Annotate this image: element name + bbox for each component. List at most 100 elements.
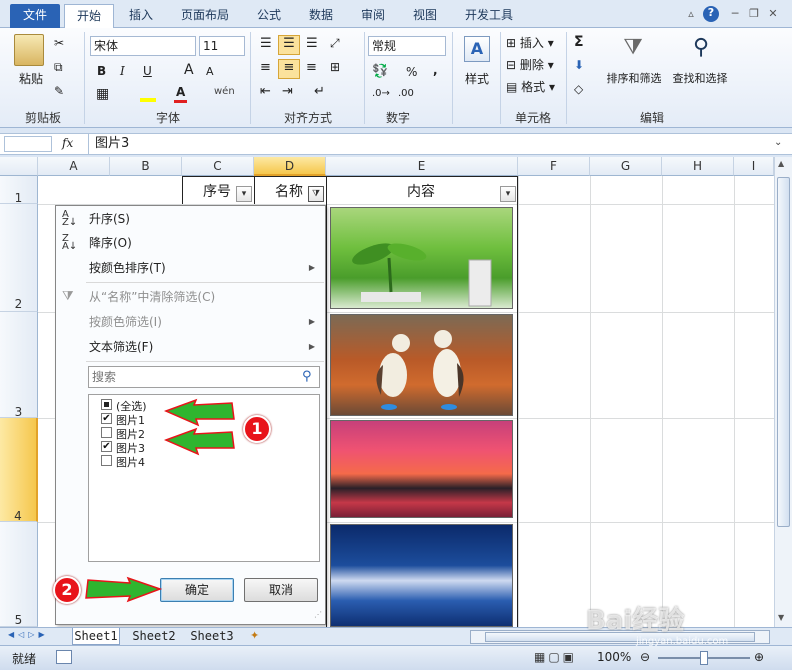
phonetic-icon[interactable]: wén [214, 86, 235, 97]
increase-decimal-icon[interactable]: .0→ [372, 88, 390, 99]
align-top-icon[interactable]: ☰ [260, 36, 272, 51]
paste-button[interactable]: 粘贴 [14, 70, 48, 87]
sheet-tab-1[interactable]: Sheet1 [72, 628, 120, 645]
increase-indent-icon[interactable]: ⇥ [282, 84, 293, 99]
autosum-button[interactable]: Σ [574, 34, 584, 50]
italic-button[interactable]: I [120, 64, 125, 78]
filter-dropdown-seq[interactable]: ▾ [236, 186, 252, 202]
column-header-g[interactable]: G [590, 157, 662, 176]
merge-center-icon[interactable]: ⊞ [330, 60, 340, 74]
column-header-d[interactable]: D [254, 157, 326, 176]
zoom-level[interactable]: 100% [597, 650, 631, 664]
align-right-icon[interactable]: ≡ [306, 60, 317, 75]
column-header-h[interactable]: H [662, 157, 734, 176]
checkbox-unchecked[interactable] [101, 427, 112, 438]
window-restore-icon[interactable]: ❐ [747, 7, 761, 21]
percent-button[interactable]: % [406, 65, 417, 79]
cancel-button[interactable]: 取消 [244, 578, 318, 602]
view-buttons-icon[interactable]: ▦▢▣ [534, 650, 577, 664]
column-header-e[interactable]: E [326, 157, 518, 176]
formula-input[interactable]: 图片3 [88, 134, 768, 154]
search-icon[interactable]: ⚲ [302, 369, 312, 384]
menu-text-filter[interactable]: 文本筛选(F) ▶ [56, 335, 325, 359]
tab-file[interactable]: 文件 [10, 4, 60, 28]
row-header-1[interactable]: 1 [0, 176, 38, 205]
image-sunset[interactable] [330, 420, 513, 518]
styles-icon[interactable]: A [464, 36, 490, 62]
row-header-4[interactable]: 4 [0, 418, 38, 523]
row-header-2[interactable]: 2 [0, 204, 38, 312]
checkbox-checked[interactable]: ✔ [101, 413, 112, 424]
comma-button[interactable]: , [433, 63, 438, 77]
tab-formulas[interactable]: 公式 [246, 4, 292, 28]
align-left-icon[interactable]: ≡ [260, 60, 271, 75]
filter-dropdown-name[interactable]: ⧩ [308, 186, 324, 202]
menu-sort-descending[interactable]: Z A↓ 降序(O) [56, 231, 325, 255]
image-sprout[interactable] [330, 207, 513, 309]
sheet-tab-2[interactable]: Sheet2 [130, 628, 178, 645]
vertical-scrollbar[interactable]: ▲ ▼ [774, 157, 792, 627]
name-box[interactable] [4, 136, 52, 152]
sort-filter-icon[interactable]: ⧩ [618, 34, 648, 64]
window-close-icon[interactable]: ✕ [766, 7, 780, 21]
tab-page-layout[interactable]: 页面布局 [172, 4, 238, 28]
menu-clear-filter[interactable]: ⧩ 从“名称”中清除筛选(C) [56, 285, 325, 309]
menu-filter-by-color[interactable]: 按颜色筛选(I) ▶ [56, 310, 325, 334]
menu-sort-by-color[interactable]: 按颜色排序(T) ▶ [56, 256, 325, 280]
sort-filter-button[interactable]: 排序和筛选 [603, 70, 665, 86]
column-header-b[interactable]: B [110, 157, 182, 176]
tab-data[interactable]: 数据 [298, 4, 344, 28]
format-cells-button[interactable]: ▤ 格式 ▾ [506, 78, 555, 95]
help-icon[interactable]: ? [703, 6, 719, 22]
paste-icon[interactable] [14, 34, 44, 66]
wrap-text-icon[interactable]: ↵ [314, 84, 325, 99]
format-painter-icon[interactable]: ✎ [54, 84, 64, 98]
cut-icon[interactable]: ✂ [54, 36, 64, 50]
image-forest[interactable] [330, 524, 513, 627]
window-minimize-icon[interactable]: ─ [728, 7, 742, 21]
find-select-icon[interactable]: ⚲ [686, 34, 716, 64]
formula-expand-icon[interactable]: ⌄ [774, 137, 782, 148]
zoom-in-icon[interactable]: ⊕ [754, 650, 764, 664]
decrease-decimal-icon[interactable]: .00 [398, 88, 414, 99]
shrink-font-button[interactable]: A [206, 65, 214, 78]
align-bottom-icon[interactable]: ☰ [306, 36, 318, 51]
ok-button[interactable]: 确定 [160, 578, 234, 602]
zoom-out-icon[interactable]: ⊖ [640, 650, 650, 664]
column-header-i[interactable]: I [734, 157, 774, 176]
fill-icon[interactable]: ⬇ [574, 58, 584, 72]
checkbox-partial[interactable] [101, 399, 112, 410]
font-name-select[interactable]: 宋体 [90, 36, 196, 56]
grow-font-button[interactable]: A [184, 62, 194, 78]
bold-button[interactable]: B [97, 64, 106, 78]
align-center-icon[interactable]: ≡ [278, 59, 300, 79]
clear-icon[interactable]: ◇ [574, 82, 583, 96]
zoom-slider-thumb[interactable] [700, 651, 708, 665]
new-sheet-icon[interactable]: ✦ [250, 629, 259, 642]
font-size-select[interactable]: 11 [199, 36, 245, 56]
tab-review[interactable]: 审阅 [350, 4, 396, 28]
decrease-indent-icon[interactable]: ⇤ [260, 84, 271, 99]
orientation-icon[interactable]: ⤢ [330, 36, 340, 51]
delete-cells-button[interactable]: ⊟ 删除 ▾ [506, 56, 554, 73]
align-middle-icon[interactable]: ☰ [278, 35, 300, 55]
fill-color-icon[interactable] [140, 90, 156, 102]
styles-button[interactable]: 样式 [461, 70, 493, 87]
tab-insert[interactable]: 插入 [118, 4, 164, 28]
sheet-nav-icon[interactable]: ◀◁▷▶ [8, 630, 49, 639]
scroll-down-icon[interactable]: ▼ [778, 613, 784, 622]
underline-button[interactable]: U [143, 64, 152, 78]
tab-view[interactable]: 视图 [402, 4, 448, 28]
font-color-icon[interactable]: A [174, 84, 188, 103]
scroll-up-icon[interactable]: ▲ [778, 159, 784, 168]
row-header-5[interactable]: 5 [0, 522, 38, 627]
filter-dropdown-content[interactable]: ▾ [500, 186, 516, 202]
checkbox-unchecked[interactable] [101, 455, 112, 466]
ribbon-minimize-icon[interactable]: ▵ [684, 7, 698, 21]
filter-search-input[interactable] [88, 366, 320, 388]
tab-developer[interactable]: 开发工具 [456, 4, 522, 28]
sheet-tab-3[interactable]: Sheet3 [188, 628, 236, 645]
border-icon[interactable]: ▦ [96, 86, 109, 102]
row-header-3[interactable]: 3 [0, 312, 38, 419]
checkbox-checked[interactable]: ✔ [101, 441, 112, 452]
